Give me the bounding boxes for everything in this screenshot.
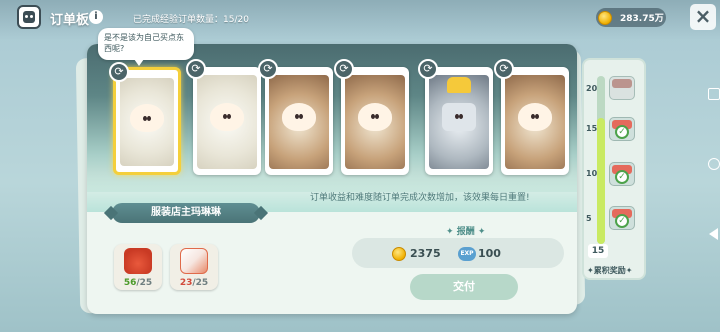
coin-balance-value: 283.75万 bbox=[620, 14, 664, 24]
rail-tick-label: 20 bbox=[586, 84, 598, 93]
info-icon[interactable]: i bbox=[89, 10, 103, 24]
chest-icon[interactable] bbox=[609, 76, 635, 100]
character-eye bbox=[535, 114, 540, 120]
required-item[interactable]: 56/25 bbox=[114, 244, 162, 290]
recent-apps-icon[interactable] bbox=[708, 88, 720, 100]
reward-label: ✦ 报酬 ✦ bbox=[446, 227, 486, 237]
system-nav bbox=[700, 70, 720, 290]
close-button[interactable]: × bbox=[690, 4, 716, 30]
gift-box-icon bbox=[180, 248, 208, 274]
required-item-count: 23/25 bbox=[170, 278, 218, 288]
order-card[interactable]: ⟳ bbox=[418, 59, 493, 175]
character-head bbox=[282, 103, 316, 132]
reward-coin-value: 2375 bbox=[410, 247, 441, 260]
required-item-count: 56/25 bbox=[114, 278, 162, 288]
home-icon[interactable] bbox=[708, 158, 720, 170]
character-head bbox=[518, 103, 552, 132]
refresh-icon[interactable]: ⟳ bbox=[418, 59, 438, 79]
chest-icon[interactable]: ✓ bbox=[609, 206, 635, 230]
exp-icon: EXP bbox=[458, 247, 476, 261]
character-eye bbox=[459, 114, 464, 120]
order-progress-text: 已完成经验订单数量：15/20 bbox=[133, 15, 249, 25]
character-eye bbox=[147, 115, 152, 121]
refresh-icon[interactable]: ⟳ bbox=[186, 59, 206, 79]
item-owned-count: 23 bbox=[179, 278, 193, 288]
order-character-image bbox=[197, 75, 257, 169]
coin-icon bbox=[598, 10, 612, 25]
item-needed-count: /25 bbox=[192, 278, 209, 288]
reward-exp-value: 100 bbox=[478, 247, 501, 260]
coin-icon bbox=[392, 247, 406, 261]
page-title: 订单板 bbox=[50, 13, 90, 28]
rail-tick-label: 5 bbox=[586, 214, 592, 223]
order-card[interactable]: ⟳ bbox=[494, 59, 569, 175]
order-character-image bbox=[505, 75, 565, 169]
character-eye bbox=[227, 114, 232, 120]
order-card[interactable]: ⟳ bbox=[186, 59, 261, 175]
customer-name: 服装店主玛琳琳 bbox=[112, 203, 260, 223]
order-character-image bbox=[120, 78, 174, 166]
rail-progress-fill bbox=[597, 118, 605, 244]
order-board-icon bbox=[17, 5, 41, 29]
character-head bbox=[442, 103, 476, 132]
character-eye bbox=[375, 114, 380, 120]
chest-icon[interactable]: ✓ bbox=[609, 117, 635, 141]
rail-caption: ✦累积奖励✦ bbox=[587, 266, 633, 275]
refresh-icon[interactable]: ⟳ bbox=[334, 59, 354, 79]
character-head bbox=[210, 103, 244, 132]
refresh-icon[interactable]: ⟳ bbox=[109, 62, 129, 82]
chest-lid bbox=[612, 79, 632, 88]
check-icon: ✓ bbox=[615, 125, 629, 139]
check-icon: ✓ bbox=[615, 170, 629, 184]
rail-tick-label: 10 bbox=[586, 169, 598, 178]
character-head bbox=[358, 103, 392, 132]
submit-button[interactable]: 交付 bbox=[410, 274, 518, 300]
rail-current-value: 15 bbox=[588, 244, 608, 258]
required-item[interactable]: 23/25 bbox=[170, 244, 218, 290]
robot-hat bbox=[447, 77, 471, 93]
item-needed-count: /25 bbox=[136, 278, 153, 288]
order-notice: 订单收益和难度随订单完成次数增加，该效果每日重置! bbox=[310, 193, 530, 203]
character-eye bbox=[299, 114, 304, 120]
refresh-icon[interactable]: ⟳ bbox=[494, 59, 514, 79]
item-owned-count: 56 bbox=[123, 278, 137, 288]
rail-tick-label: 15 bbox=[586, 124, 598, 133]
check-icon: ✓ bbox=[615, 214, 629, 228]
coin-balance: 283.75万 bbox=[596, 8, 666, 27]
chest-icon[interactable]: ✓ bbox=[609, 162, 635, 186]
order-character-image bbox=[429, 75, 489, 169]
order-card[interactable]: ⟳ bbox=[258, 59, 333, 175]
back-icon[interactable] bbox=[709, 228, 718, 240]
reward-label-text: 报酬 bbox=[456, 227, 475, 237]
rail-caption-text: 累积奖励 bbox=[593, 266, 626, 275]
order-character-image bbox=[269, 75, 329, 169]
order-character-image bbox=[345, 75, 405, 169]
order-card[interactable]: ⟳ bbox=[334, 59, 409, 175]
speech-bubble: 是不是该为自己买点东西呢? bbox=[98, 28, 194, 66]
refresh-icon[interactable]: ⟳ bbox=[258, 59, 278, 79]
order-card[interactable]: ⟳ bbox=[109, 62, 181, 175]
character-head bbox=[130, 104, 164, 133]
jam-jar-icon bbox=[124, 248, 152, 274]
